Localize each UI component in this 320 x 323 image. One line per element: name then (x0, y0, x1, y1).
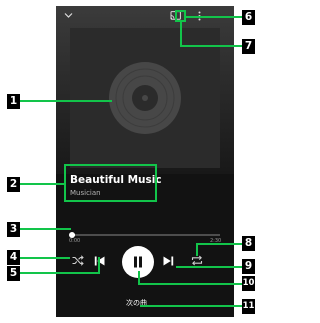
leader-line-3 (20, 228, 71, 230)
callout-10: 10 (242, 276, 255, 291)
leader-line-9 (176, 266, 242, 268)
leader-line-8b (196, 243, 198, 256)
callout-7: 7 (242, 39, 255, 54)
leader-line-10b (138, 283, 242, 285)
leader-line-6 (186, 16, 242, 18)
shuffle-icon[interactable] (72, 255, 84, 266)
leader-line-11 (140, 305, 242, 307)
callout-9: 9 (242, 259, 255, 274)
leader-line-8a (196, 243, 242, 245)
chevron-down-icon[interactable] (64, 12, 73, 19)
callout-2: 2 (7, 177, 20, 192)
pause-icon (133, 256, 143, 268)
callout-3: 3 (7, 222, 20, 237)
callout-8: 8 (242, 236, 255, 251)
skip-next-icon[interactable] (163, 256, 174, 266)
cast-highlight (175, 10, 186, 22)
album-art (70, 28, 220, 168)
track-info-highlight (64, 164, 157, 202)
player-screen: Beautiful Music Musician 0:00 2:30 次の曲 (56, 6, 234, 317)
elapsed-time: 0:00 (69, 238, 81, 244)
repeat-icon[interactable] (191, 255, 203, 266)
callout-5: 5 (7, 266, 20, 281)
callout-1: 1 (7, 94, 20, 109)
seek-bar[interactable] (70, 234, 220, 236)
leader-line-2 (20, 183, 64, 185)
leader-line-7b (180, 45, 242, 47)
callout-11: 11 (242, 299, 255, 314)
leader-line-7a (180, 22, 182, 46)
leader-line-4 (20, 257, 70, 259)
leader-line-1 (20, 100, 112, 102)
callout-4: 4 (7, 250, 20, 265)
vinyl-record-icon (108, 61, 182, 135)
leader-line-5b (98, 257, 100, 274)
callout-6: 6 (242, 10, 255, 25)
leader-line-5a (20, 272, 100, 274)
